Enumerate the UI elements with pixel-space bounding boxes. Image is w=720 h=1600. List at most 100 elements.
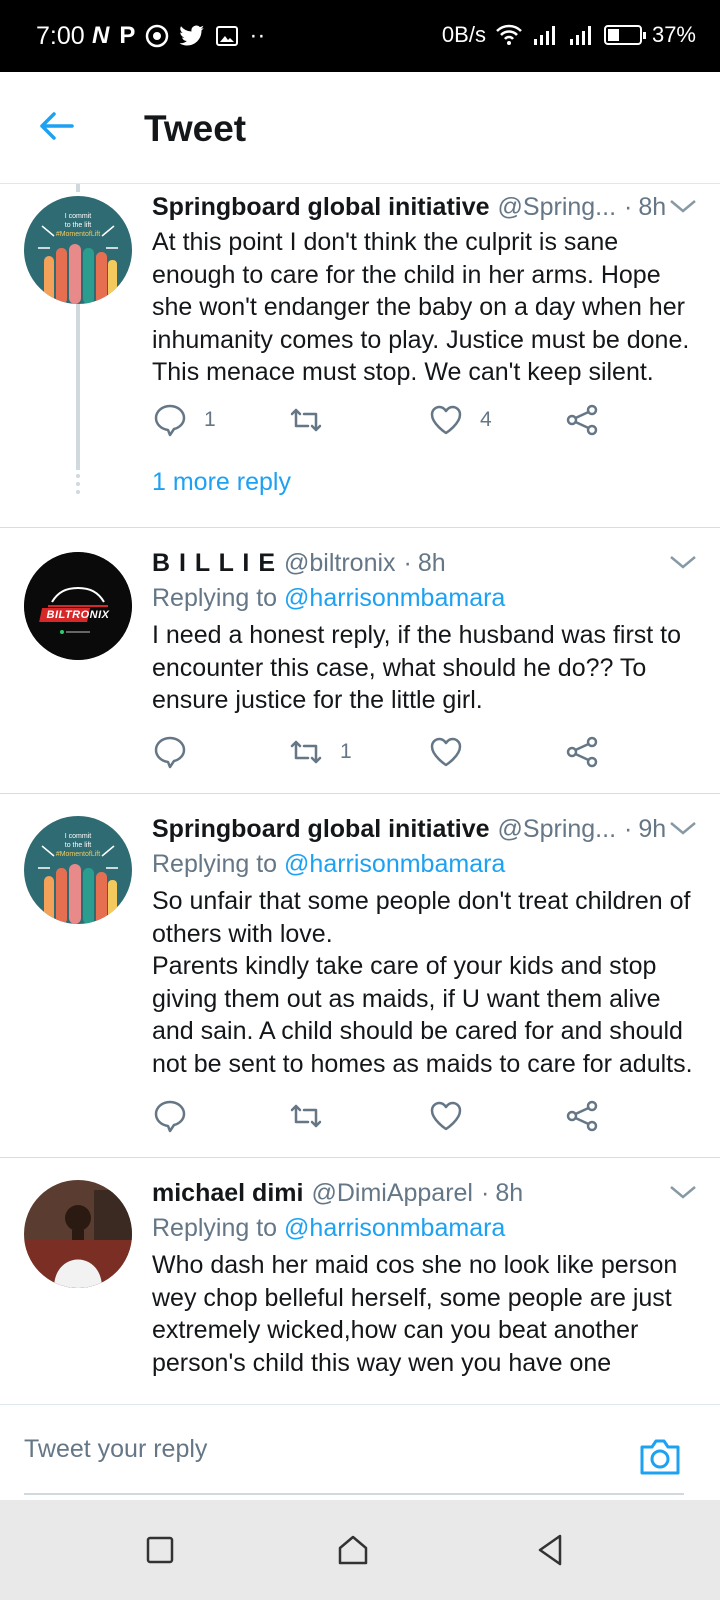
tweet-item[interactable]: I commit to the lift #MomentofLift Sprin… [0,184,720,528]
tweet-item[interactable]: michael dimi @DimiApparel · 8h Replying … [0,1158,720,1404]
tweet-time: 8h [417,548,446,577]
author-name[interactable]: Springboard global initiative [152,815,490,844]
mention-link[interactable]: @harrisonmbamara [284,1214,505,1242]
chevron-down-icon[interactable] [668,552,698,572]
tweet-body: michael dimi @DimiApparel · 8h Replying … [152,1176,702,1379]
michael-dimi-avatar-photo [24,1180,132,1288]
avatar-text: to the lift [64,842,92,849]
replying-to-label: Replying to [152,584,278,612]
signal-icon-2 [569,26,591,45]
tweet-text-line: At this point I don't think the culprit … [152,228,619,256]
tweet-text-line: extremely wicked,how can you beat anothe… [152,1316,639,1344]
tweet-actions [152,1098,652,1138]
avatar-text: I commit [64,213,92,220]
tweet-header: B I L L I E @biltronix · 8h [152,546,702,580]
biltronix-logo [24,552,132,660]
more-notifications: ·· [249,22,266,49]
retweet-count: 1 [340,740,352,763]
reply-composer [0,1404,720,1500]
reply-button[interactable]: 1 [152,402,216,438]
author-name[interactable]: B I L L I E [152,549,276,578]
avatar[interactable]: I commit to the lift #MomentofLift [24,196,132,304]
avatar-text: #MomentofLift [55,231,101,238]
tweet-text: At this point I don't think the culprit … [152,226,702,389]
retweet-button[interactable] [288,402,340,438]
home-icon[interactable] [333,1530,373,1570]
heart-icon [430,405,462,435]
tweet-text-line: encounter this case, what should he do??… [152,653,647,682]
tweet-header: Springboard global initiative @Spring...… [152,812,702,846]
mention-link[interactable]: @harrisonmbamara [284,584,505,612]
tweet-item[interactable]: BILTRONIX B I L L I E @biltronix · 8h Re… [0,528,720,794]
wifi-icon [496,24,522,45]
share-button[interactable] [564,734,600,770]
tweet-feed[interactable]: I commit to the lift #MomentofLift Sprin… [0,184,720,1404]
speech-bubble-icon [154,736,186,769]
retweet-button[interactable]: 1 [288,734,352,770]
speech-bubble-icon [154,404,186,437]
tweet-text-line: So unfair that some people don't treat c… [152,887,691,915]
tweet-body: Springboard global initiative @Spring...… [152,812,702,1080]
author-handle[interactable]: @Spring... [498,193,616,222]
mention-link[interactable]: @harrisonmbamara [284,850,505,878]
notification-icons: N P ·· [92,22,265,50]
tweet-text-line: person's child this way wen you have one [152,1348,612,1377]
status-time: 7:00 [36,22,85,50]
back-triangle-icon[interactable] [530,1530,570,1570]
replying-to: Replying to @harrisonmbamara [152,584,702,613]
tweet-text-line: I need a honest reply, if the husband wa… [152,621,682,649]
like-count: 4 [480,408,492,431]
heart-icon [430,737,462,767]
tweet-text-line: Who dash her maid cos she no look like p… [152,1251,678,1279]
author-handle[interactable]: @DimiApparel [311,1179,473,1208]
tweet-actions: 1 4 [152,402,652,442]
avatar[interactable]: I commit to the lift #MomentofLift [24,816,132,924]
retweet-icon [290,1104,322,1128]
separator-dot: · [403,548,412,577]
author-handle[interactable]: @biltronix [284,549,396,578]
like-button[interactable]: 4 [428,402,492,438]
chevron-down-icon[interactable] [668,1182,698,1202]
app-header: Tweet [0,72,720,184]
author-handle[interactable]: @Spring... [498,815,616,844]
like-button[interactable] [428,734,480,770]
back-arrow-icon[interactable] [36,106,76,146]
like-button[interactable] [428,1098,464,1134]
share-icon [566,736,598,768]
avatar[interactable] [24,1180,132,1288]
avatar-text: to the lift [64,222,92,229]
share-button[interactable] [564,402,600,438]
tweet-text-line: enough to care for the child in her arms… [152,260,661,289]
speech-bubble-icon [154,1100,186,1133]
tweet-time: 9h [638,814,667,843]
author-name[interactable]: Springboard global initiative [152,193,490,222]
recent-apps-square-icon[interactable] [140,1530,180,1570]
tweet-text-line: Parents kindly take care of your kids an… [152,952,657,980]
share-button[interactable] [564,1098,600,1134]
heart-icon [430,1101,462,1131]
separator-dot: · [624,192,633,221]
retweet-button[interactable] [288,1098,324,1134]
replying-to-label: Replying to [152,850,278,878]
retweet-icon [290,408,322,432]
reply-button[interactable] [152,1098,188,1134]
tweet-text-line: inhumanity comes to play. Justice must b… [152,325,690,354]
share-icon [566,1100,598,1132]
reply-button[interactable] [152,734,204,770]
tweet-text-line: and sain. A child should be cared for an… [152,1017,683,1045]
chevron-down-icon[interactable] [668,196,698,216]
avatar[interactable]: BILTRONIX [24,552,132,660]
tweet-text-line: giving them out as maids, if U want them… [152,984,661,1013]
tweet-item[interactable]: I commit to the lift #MomentofLift Sprin… [0,794,720,1158]
camera-icon[interactable] [638,1437,682,1477]
share-icon [566,404,598,436]
author-name[interactable]: michael dimi [152,1179,303,1208]
network-speed: 0B/s [441,22,486,47]
more-replies-link[interactable]: 1 more reply [152,468,291,497]
replying-to: Replying to @harrisonmbamara [152,1214,702,1243]
avatar-text: I commit [64,833,92,840]
chevron-down-icon[interactable] [668,818,698,838]
reply-input[interactable] [24,1427,614,1471]
replying-to: Replying to @harrisonmbamara [152,850,702,879]
battery-icon [603,25,646,45]
